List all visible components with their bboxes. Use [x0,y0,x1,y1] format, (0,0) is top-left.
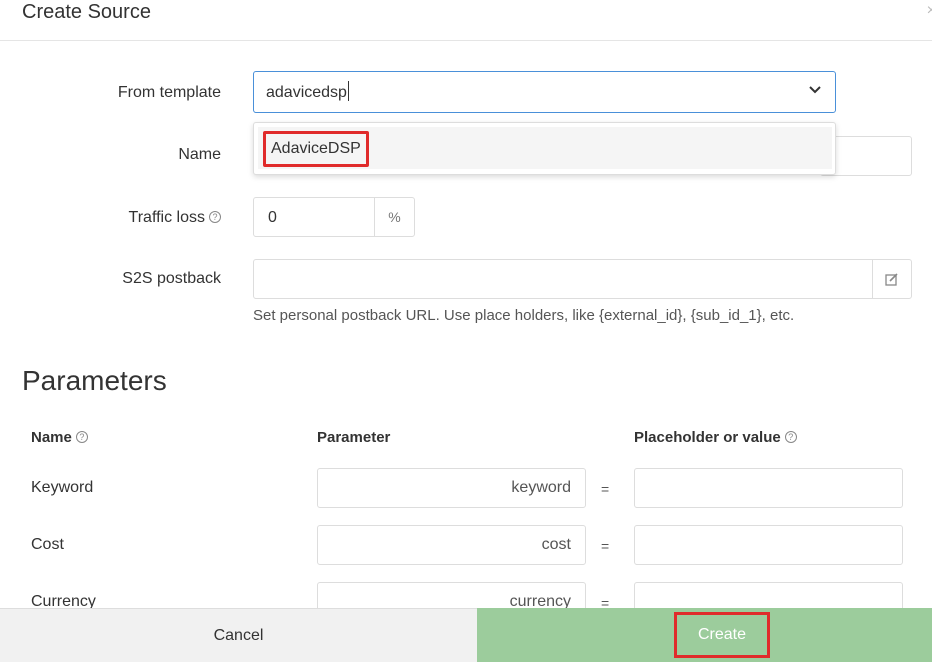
param-input[interactable]: keyword [317,468,586,508]
column-header-parameter: Parameter [317,429,391,446]
chevron-down-icon [809,86,821,94]
column-header-placeholder-text: Placeholder or value [634,429,781,446]
value-input[interactable] [634,468,903,508]
dialog-title: Create Source [22,1,151,23]
param-row-name: Cost [31,536,64,553]
s2s-postback-label: S2S postback [122,270,221,287]
from-template-label: From template [117,84,221,101]
help-icon[interactable]: ? [75,431,88,444]
s2s-hint: Set personal postback URL. Use place hol… [253,307,795,324]
help-icon[interactable]: ? [784,431,797,444]
param-input[interactable]: cost [317,525,586,565]
dropdown-option-adavicedsp[interactable]: AdaviceDSP [258,127,832,169]
value-input[interactable] [634,525,903,565]
parameters-title: Parameters [22,365,167,396]
percent-addon: % [374,197,415,237]
traffic-loss-input[interactable]: 0 [253,197,375,237]
create-button-label: Create [674,612,770,658]
traffic-loss-label: Traffic loss? [21,209,221,227]
param-row-name: Keyword [31,479,94,496]
dialog-header: Create Source × [0,0,932,41]
s2s-postback-input[interactable] [253,259,873,299]
help-icon[interactable]: ? [209,210,221,223]
template-dropdown: AdaviceDSP [253,122,836,175]
column-header-name-text: Name [31,429,72,446]
create-button[interactable]: Create [477,608,932,662]
text-cursor [347,81,349,101]
equals-sign: = [601,481,610,497]
equals-sign: = [601,538,610,554]
template-select[interactable]: adavicedsp [253,71,836,113]
column-header-name: Name? [31,429,88,446]
dropdown-option-label: AdaviceDSP [263,131,369,167]
dialog-footer: Cancel Create [0,608,932,662]
edit-postback-button[interactable] [872,259,912,299]
edit-icon [885,273,898,286]
template-select-value: adavicedsp [266,84,347,102]
close-icon[interactable]: × [927,2,932,20]
name-label: Name [178,146,221,163]
traffic-loss-label-text: Traffic loss [128,209,205,226]
cancel-button[interactable]: Cancel [0,608,477,662]
column-header-placeholder: Placeholder or value? [634,429,797,446]
